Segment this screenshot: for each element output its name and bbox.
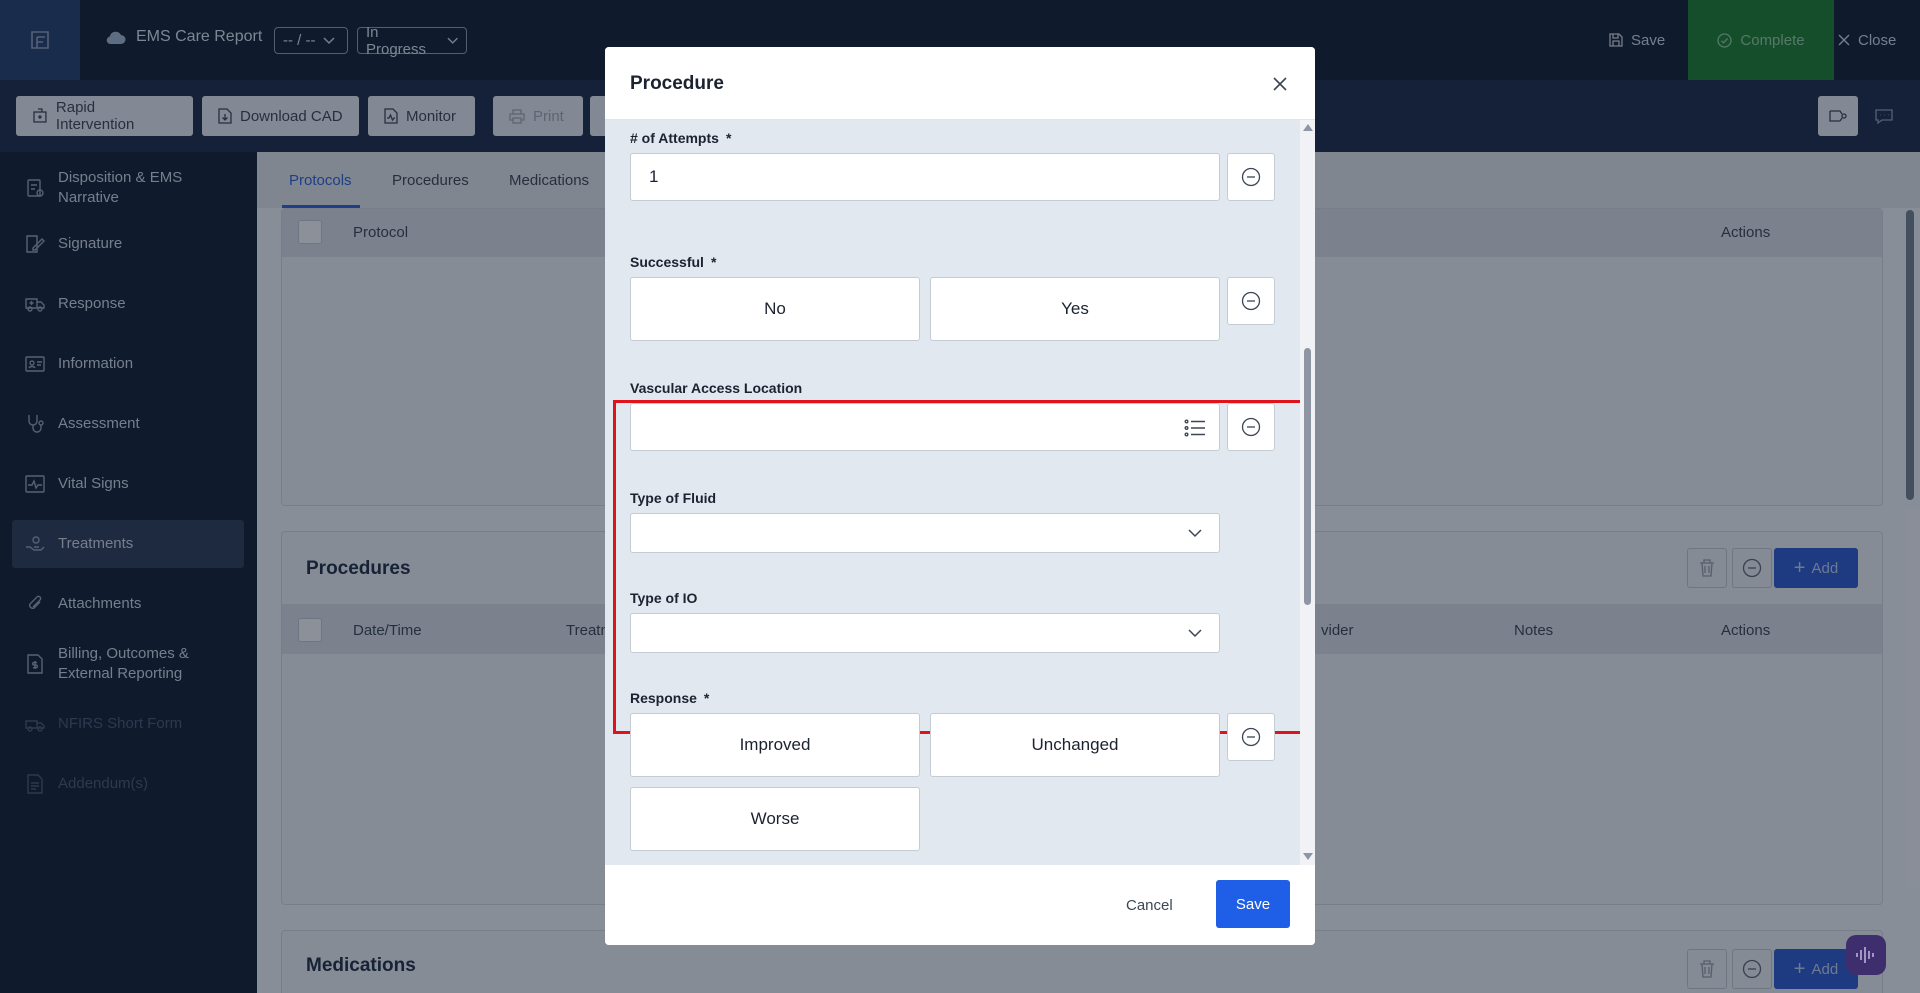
scroll-up-arrow-icon[interactable]	[1303, 124, 1313, 131]
modal-body: # of Attempts * 1 Successful * No Yes Vasc…	[605, 120, 1315, 865]
successful-label-text: Successful	[630, 254, 704, 270]
io-type-label: Type of IO	[630, 590, 698, 606]
response-label-text: Response	[630, 690, 697, 706]
attempts-clear-button[interactable]	[1227, 153, 1275, 201]
modal-save-button[interactable]: Save	[1216, 880, 1290, 928]
required-marker: *	[710, 254, 717, 270]
modal-scrollbar[interactable]	[1300, 120, 1315, 865]
modal-close-button[interactable]	[1268, 72, 1292, 96]
response-clear-button[interactable]	[1227, 713, 1275, 761]
sound-wave-icon	[1856, 947, 1874, 963]
successful-label: Successful *	[630, 254, 716, 270]
required-marker: *	[703, 690, 710, 706]
modal-header: Procedure	[605, 47, 1315, 120]
fluid-type-select[interactable]	[630, 513, 1220, 553]
minus-circle-icon	[1241, 167, 1261, 187]
minus-circle-icon	[1241, 291, 1261, 311]
scroll-down-arrow-icon[interactable]	[1303, 853, 1313, 860]
minus-circle-icon	[1241, 727, 1261, 747]
modal-scrollbar-thumb[interactable]	[1304, 348, 1311, 605]
minus-circle-icon	[1241, 417, 1261, 437]
close-icon	[1273, 77, 1287, 91]
response-option-improved[interactable]: Improved	[630, 713, 920, 777]
attempts-input-value: 1	[649, 167, 659, 186]
vascular-access-input[interactable]	[630, 403, 1220, 451]
successful-option-no[interactable]: No	[630, 277, 920, 341]
modal-title: Procedure	[630, 73, 724, 94]
vascular-access-clear-button[interactable]	[1227, 403, 1275, 451]
successful-clear-button[interactable]	[1227, 277, 1275, 325]
response-option-worse[interactable]: Worse	[630, 787, 920, 851]
response-option-unchanged[interactable]: Unchanged	[930, 713, 1220, 777]
modal-footer: Cancel Save	[605, 865, 1315, 945]
fluid-type-label: Type of Fluid	[630, 490, 717, 506]
list-icon	[1184, 419, 1205, 437]
chevron-down-icon	[1188, 629, 1202, 638]
procedure-modal: Procedure # of Attempts * 1 Successful * N…	[605, 47, 1315, 945]
vascular-access-label: Vascular Access Location	[630, 380, 803, 396]
successful-option-yes[interactable]: Yes	[930, 277, 1220, 341]
modal-cancel-button[interactable]: Cancel	[1126, 888, 1173, 922]
voice-assistant-button[interactable]	[1846, 935, 1886, 975]
io-type-select[interactable]	[630, 613, 1220, 653]
chevron-down-icon	[1188, 529, 1202, 538]
attempts-label: # of Attempts *	[630, 130, 731, 146]
required-marker: *	[725, 130, 732, 146]
response-label: Response *	[630, 690, 709, 706]
attempts-input[interactable]: 1	[630, 153, 1220, 201]
attempts-label-text: # of Attempts	[630, 130, 719, 146]
